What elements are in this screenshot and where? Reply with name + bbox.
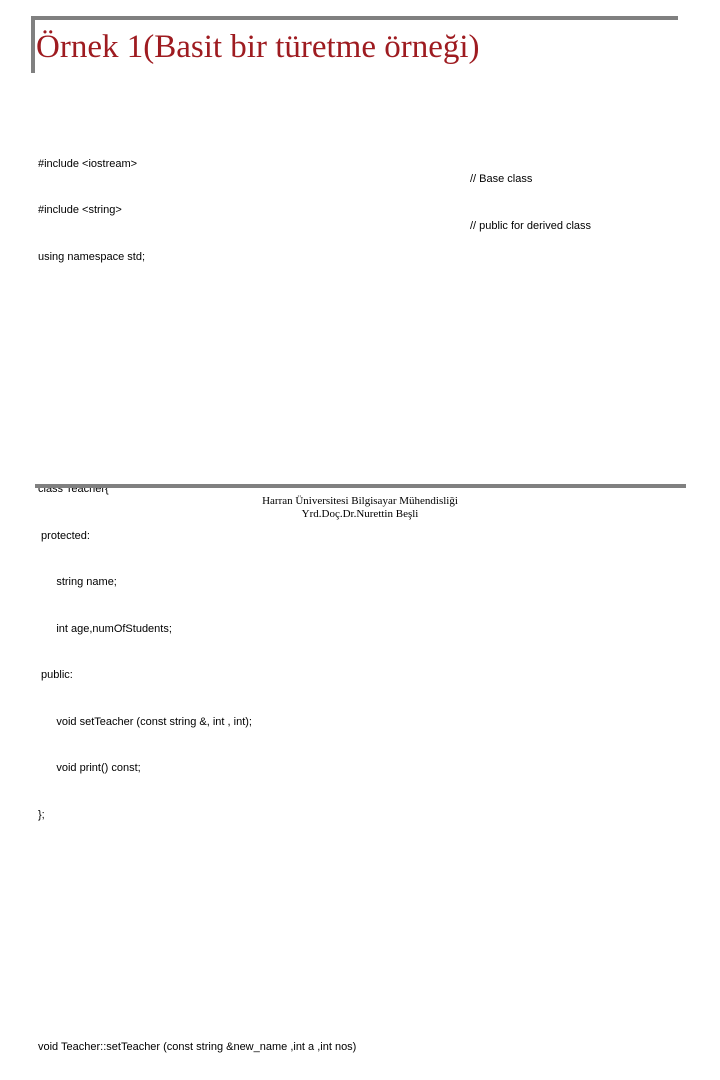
right-comment-column: // Base class // public for derived clas…: [470, 141, 591, 265]
footer-author: Yrd.Doç.Dr.Nurettin Beşli: [301, 507, 419, 520]
top-rule-divider: [31, 16, 678, 20]
code-spacer: [38, 901, 678, 917]
slide-title: Örnek 1(Basit bir türetme örneği): [36, 29, 480, 65]
footer-institution: Harran Üniversitesi Bilgisayar Mühendisl…: [262, 495, 458, 507]
code-line: void setTeacher (const string &, int , i…: [38, 715, 252, 728]
code-line: string name;: [38, 576, 117, 588]
code-line: void Teacher::setTeacher (const string &…: [38, 1041, 357, 1053]
code-spacer: [38, 343, 678, 359]
code-line: public:: [38, 669, 73, 681]
code-line: };: [38, 808, 45, 821]
code-spacer: [38, 389, 678, 405]
code-line: void print() const;: [38, 762, 141, 774]
comment-public-for-derived: // public for derived class: [470, 219, 592, 232]
code-line: protected:: [38, 529, 90, 542]
code-line: int age,numOfStudents;: [38, 622, 172, 635]
slide-canvas: Örnek 1(Basit bir türetme örneği) #inclu…: [0, 0, 720, 1053]
left-rule-divider: [31, 16, 35, 73]
code-spacer: [38, 947, 678, 963]
comment-base-class: // Base class: [470, 173, 533, 185]
slide-footer: Harran Üniversitesi Bilgisayar Mühendisl…: [0, 495, 720, 520]
bottom-rule-divider: [35, 484, 686, 488]
code-block-set-teacher: void Teacher::setTeacher (const string &…: [38, 1009, 678, 1080]
